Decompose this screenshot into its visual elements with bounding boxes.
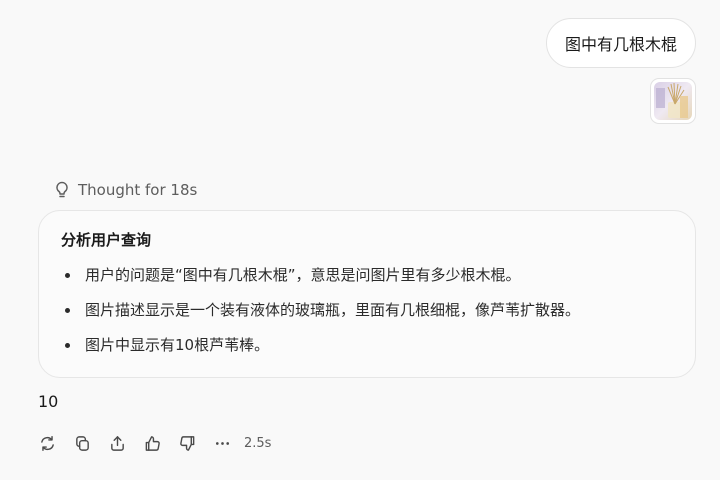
regenerate-icon xyxy=(40,435,54,451)
thought-toggle[interactable]: Thought for 18s xyxy=(54,178,197,202)
copy-icon xyxy=(75,435,89,451)
user-message-bubble: 图中有几根木棍 xyxy=(545,18,696,68)
response-duration: 2.5s xyxy=(244,435,272,451)
message-action-bar: 2.5s xyxy=(38,432,271,454)
thought-header-text: Thought for 18s xyxy=(78,181,198,199)
thought-bullet: 图片描述显示是一个装有液体的玻璃瓶，里面有几根细棍，像芦苇扩散器。 xyxy=(61,299,673,321)
thought-bullet-list: 用户的问题是“图中有几根木棍”，意思是问图片里有多少根木棍。 图片描述显示是一个… xyxy=(61,264,673,356)
copy-button[interactable] xyxy=(73,434,91,452)
image-attachment-thumbnail[interactable] xyxy=(650,78,696,124)
thumbs-up-icon xyxy=(145,435,160,451)
regenerate-button[interactable] xyxy=(38,434,56,452)
user-message-text: 图中有几根木棍 xyxy=(564,35,677,54)
more-icon xyxy=(215,441,229,445)
assistant-answer: 10 xyxy=(38,392,59,411)
share-button[interactable] xyxy=(108,434,126,452)
thought-panel: 分析用户查询 用户的问题是“图中有几根木棍”，意思是问图片里有多少根木棍。 图片… xyxy=(38,210,696,378)
thought-bullet: 图片中显示有10根芦苇棒。 xyxy=(61,334,673,356)
thought-title: 分析用户查询 xyxy=(61,231,152,249)
chat-page: 图中有几根木棍 Thought for 18s 分析用户查询 用户的问题是“图中… xyxy=(0,0,720,480)
lightbulb-icon xyxy=(54,181,70,199)
more-options-button[interactable] xyxy=(213,434,231,452)
thumbs-down-icon xyxy=(179,435,194,451)
thought-bullet: 用户的问题是“图中有几根木棍”，意思是问图片里有多少根木棍。 xyxy=(61,264,673,286)
thumbs-up-button[interactable] xyxy=(143,434,161,452)
thumbs-down-button[interactable] xyxy=(178,434,196,452)
image-thumbnail-icon xyxy=(654,82,692,120)
share-icon xyxy=(110,435,124,451)
